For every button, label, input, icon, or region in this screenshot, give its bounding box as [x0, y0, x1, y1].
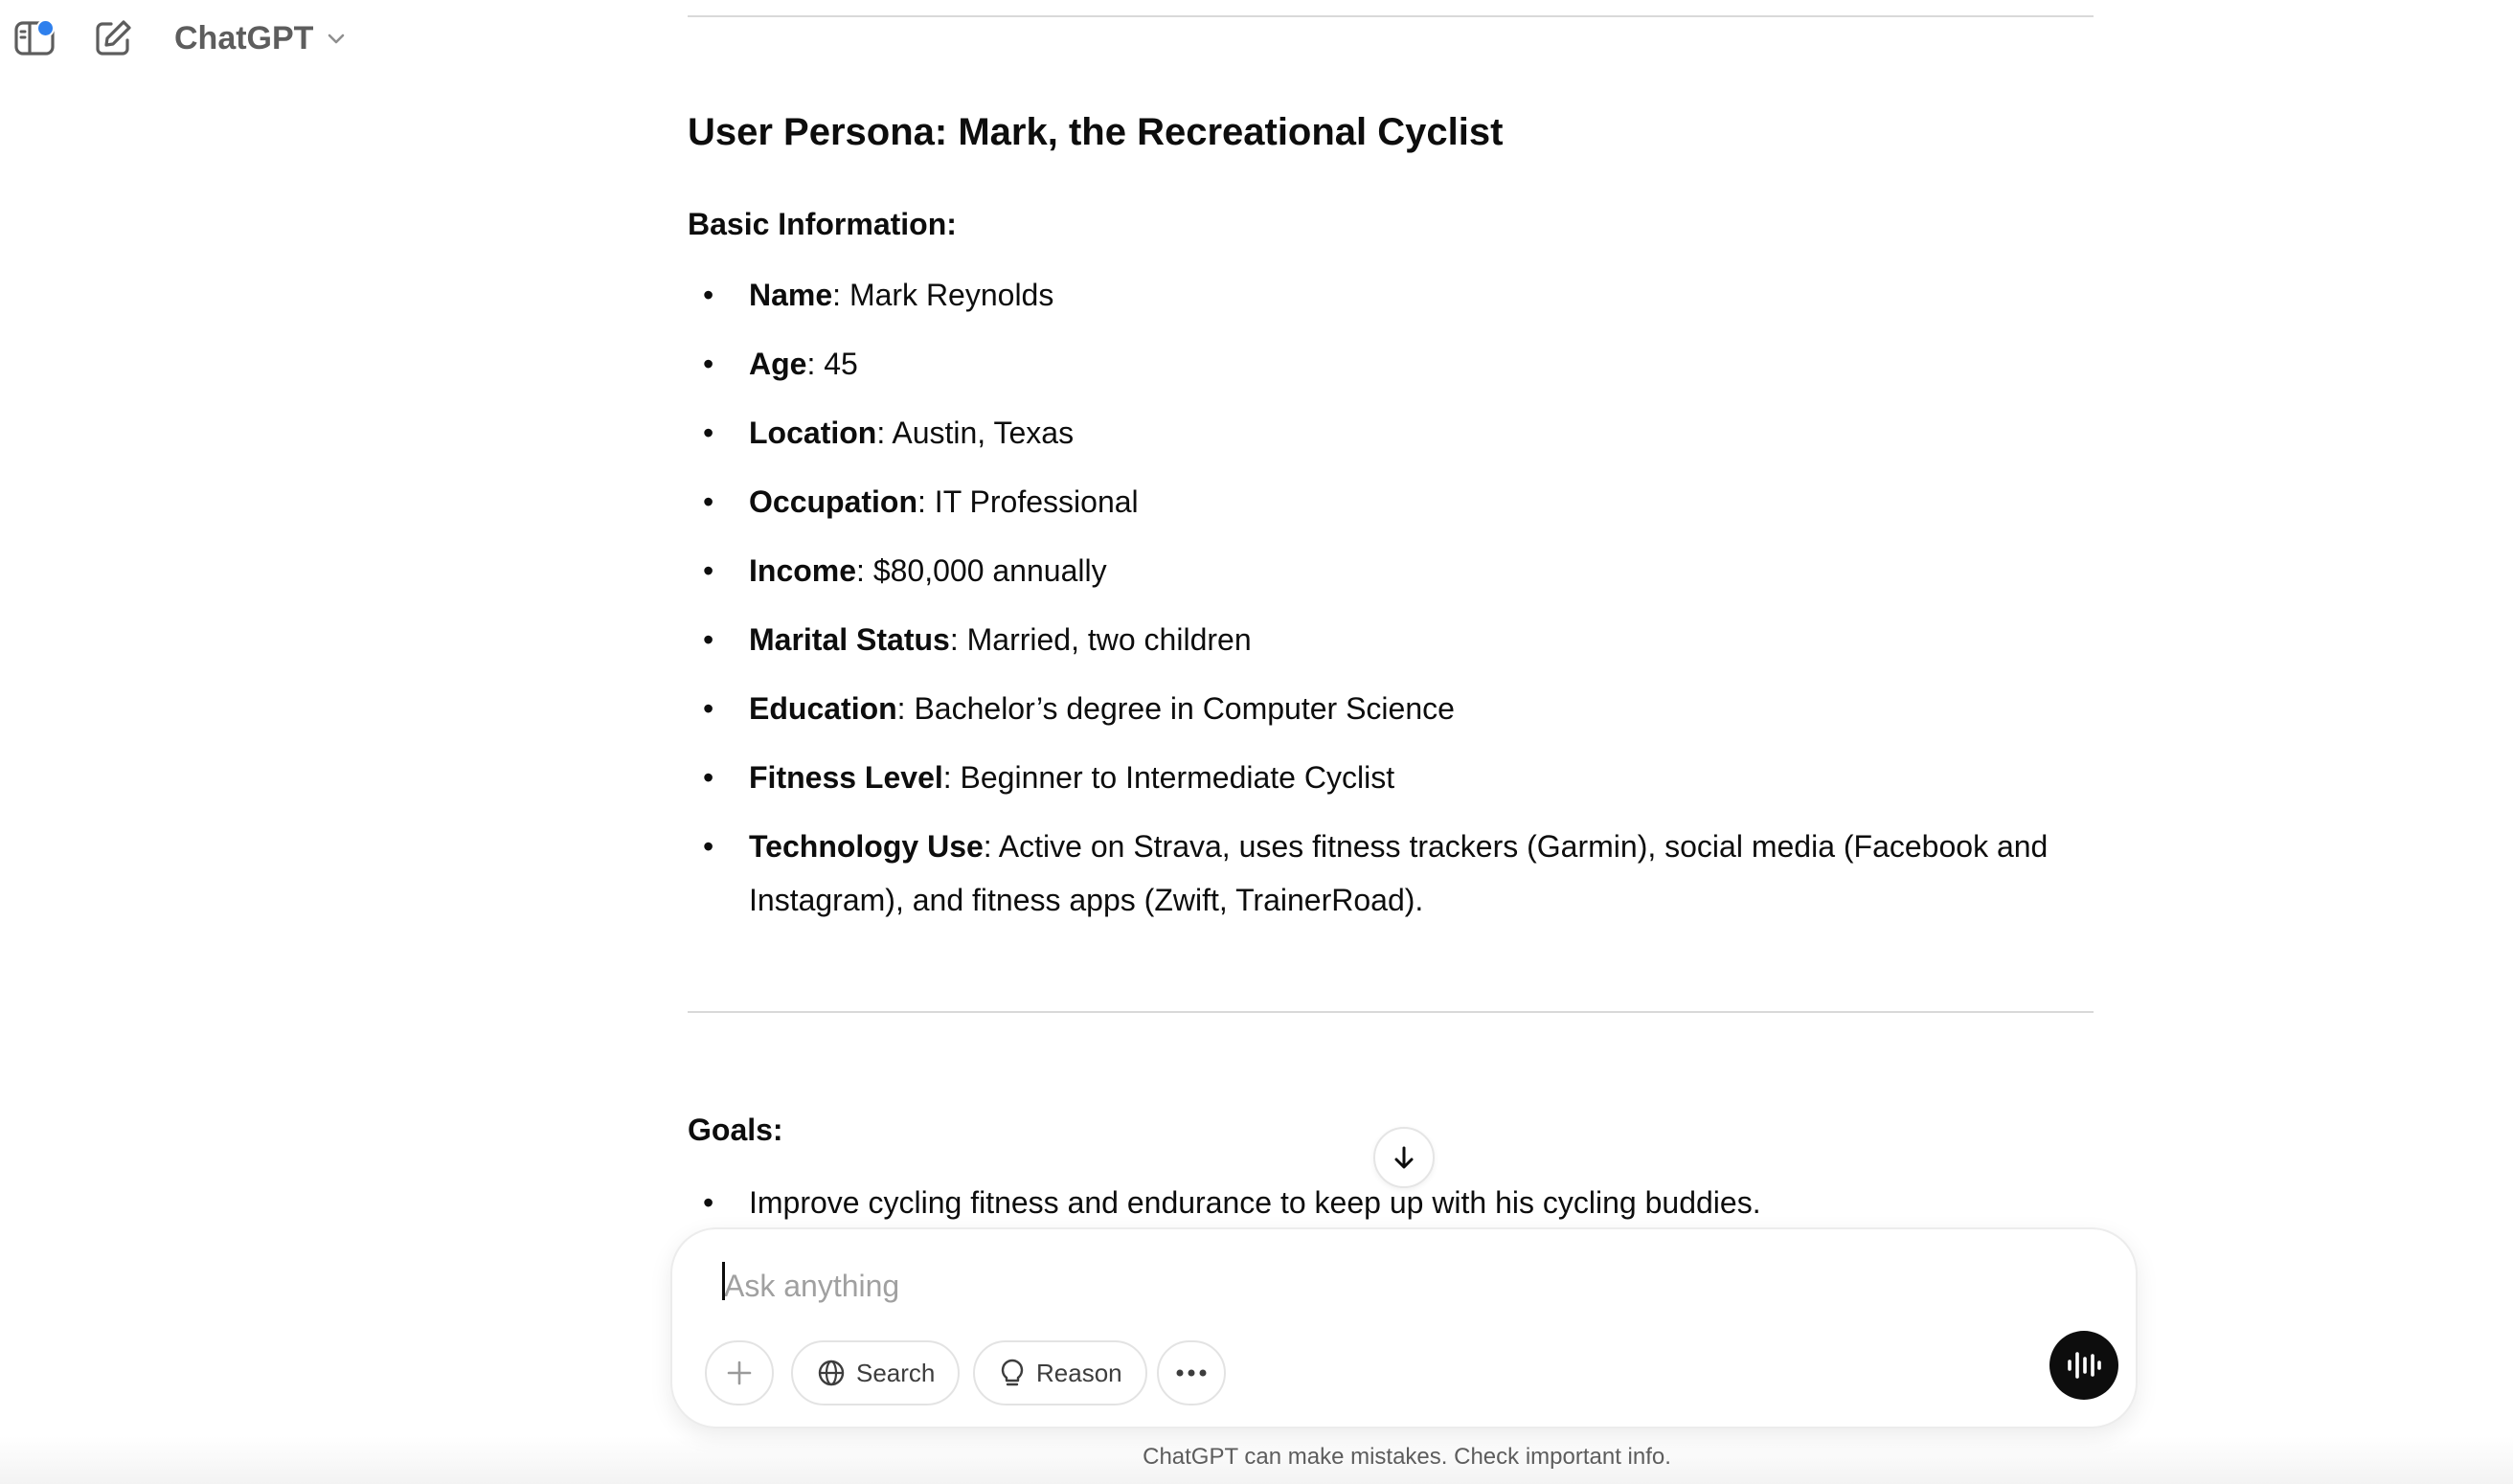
item-label: Age [749, 347, 807, 381]
item-value: : Beginner to Intermediate Cyclist [942, 760, 1395, 795]
disclaimer-text: ChatGPT can make mistakes. Check importa… [1143, 1444, 1671, 1470]
item-label: Technology Use [749, 829, 984, 864]
list-item: • Fitness Level: Beginner to Intermediate… [688, 751, 2094, 804]
model-switcher[interactable]: ChatGPT [163, 13, 359, 63]
scroll-to-bottom-button[interactable] [1373, 1127, 1435, 1188]
bullet: • [703, 278, 714, 312]
reason-button[interactable]: Reason [973, 1340, 1147, 1405]
list-item: • Technology Use: Active on Strava, uses … [688, 820, 2094, 927]
voice-mode-button[interactable] [2049, 1331, 2118, 1400]
item-label: Name [749, 278, 833, 312]
list-item: • Occupation: IT Professional [688, 475, 2094, 528]
persona-title: User Persona: Mark, the Recreational Cyc… [688, 111, 1504, 153]
item-label: Marital Status [749, 622, 950, 657]
item-label: Fitness Level [749, 760, 943, 795]
item-value: : Austin, Texas [876, 416, 1075, 450]
prompt-input[interactable] [722, 1254, 2048, 1317]
new-chat-icon [96, 20, 131, 56]
list-item: • Education: Bachelor’s degree in Compute… [688, 682, 2094, 735]
list-item: • Location: Austin, Texas [688, 406, 2094, 460]
disclaimer-container: ChatGPT can make mistakes. Check importa… [0, 1444, 2513, 1471]
bullet: • [703, 347, 714, 381]
goals-heading: Goals: [688, 1113, 783, 1147]
arrow-down-icon [1394, 1146, 1414, 1169]
new-chat-button[interactable] [86, 11, 140, 65]
item-value: : $80,000 annually [856, 553, 1107, 588]
globe-icon [818, 1360, 845, 1386]
item-value: : IT Professional [917, 484, 1139, 519]
search-button[interactable]: Search [791, 1340, 961, 1405]
basic-info-list: • Name: Mark Reynolds • Age: 45 • Location:… [688, 268, 2094, 942]
bullet: • [703, 829, 714, 864]
notification-dot [36, 19, 55, 37]
voice-mode-icon [2068, 1352, 2101, 1379]
item-label: Education [749, 691, 897, 726]
goal-text: Improve cycling fitness and endurance to… [749, 1185, 1761, 1220]
divider [688, 15, 2094, 17]
list-item: • Marital Status: Married, two children [688, 613, 2094, 666]
chat-app: ChatGPT User Persona: Mark, the Recreati… [0, 0, 2513, 1484]
model-name: ChatGPT [174, 19, 314, 56]
more-horizontal-icon [1176, 1369, 1207, 1377]
basic-info-heading: Basic Information: [688, 207, 957, 241]
attach-button[interactable] [705, 1340, 774, 1405]
item-label: Income [749, 553, 857, 588]
top-bar: ChatGPT [0, 0, 575, 77]
chevron-down-icon [328, 34, 345, 44]
bullet: • [703, 760, 714, 795]
lightbulb-icon [1001, 1359, 1024, 1386]
bullet: • [703, 553, 714, 588]
more-tools-button[interactable] [1157, 1340, 1226, 1405]
item-label: Occupation [749, 484, 918, 519]
item-value: : Married, two children [949, 622, 1252, 657]
item-value: : 45 [806, 347, 858, 381]
bullet: • [703, 484, 714, 519]
search-label: Search [856, 1358, 936, 1387]
bullet: • [703, 416, 714, 450]
list-item: • Age: 45 [688, 337, 2094, 391]
list-item: • Name: Mark Reynolds [688, 268, 2094, 322]
item-label: Location [749, 416, 877, 450]
bullet: • [703, 622, 714, 657]
bullet: • [703, 1185, 714, 1220]
bullet: • [703, 691, 714, 726]
sidebar-toggle-button[interactable] [8, 11, 61, 65]
reason-label: Reason [1036, 1358, 1122, 1387]
list-item: • Income: $80,000 annually [688, 544, 2094, 597]
text-caret [722, 1262, 725, 1300]
item-value: : Mark Reynolds [832, 278, 1054, 312]
item-value: : Bachelor’s degree in Computer Science [896, 691, 1455, 726]
composer: Search Reason [670, 1227, 2138, 1428]
plus-icon [727, 1360, 752, 1385]
divider [688, 1011, 2094, 1013]
